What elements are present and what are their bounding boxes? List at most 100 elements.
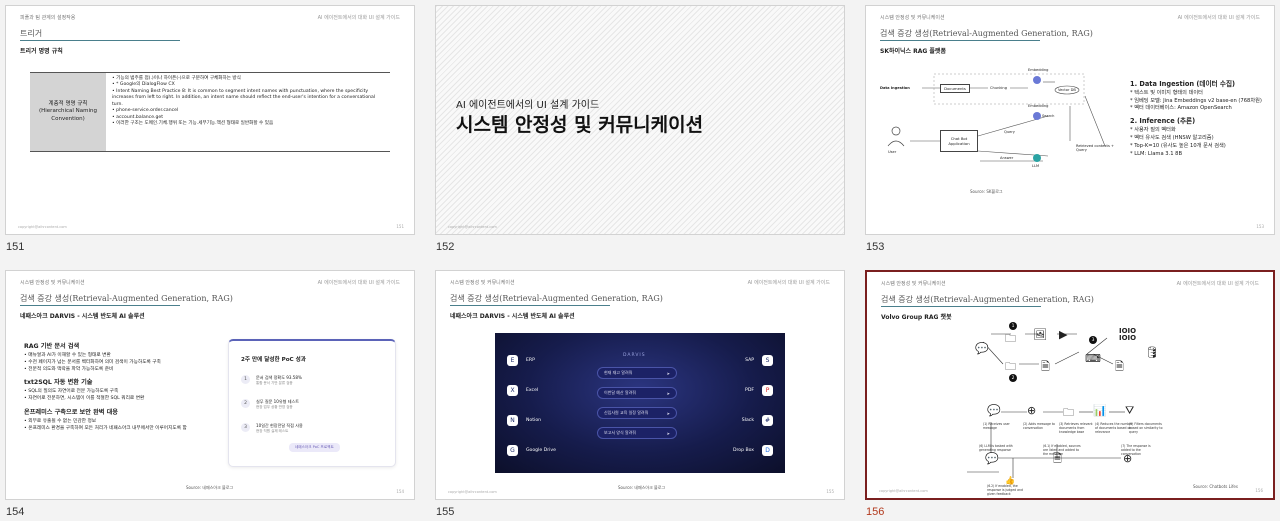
source-note: Source: SK블로그 <box>970 189 1003 194</box>
query-text: 신입사원 교육 일정 알려줘 <box>604 410 649 415</box>
section-heading: RAG 기반 문서 검색 <box>24 343 80 350</box>
video-icon: ▶ <box>1059 328 1068 341</box>
slide-thumbnail-155[interactable]: 시스템 안정성 및 커뮤니케이션 AI 에이전트에서의 대화 UI 설계 가이드… <box>435 270 845 520</box>
slide-footer-left: copyright@aihrcontent.com <box>448 490 497 494</box>
slide-number-label: 152 <box>436 241 455 253</box>
slide-number-label: 154 <box>6 506 25 518</box>
slide-footer-left: copyright@aihrcontent.com <box>448 225 497 229</box>
slide-number-label: 151 <box>6 241 25 253</box>
slide-header-left: 시스템 안정성 및 커뮤니케이션 <box>450 280 515 286</box>
step-number: 3 <box>241 423 250 432</box>
source-notion: N Notion <box>507 415 541 426</box>
source-erp: E ERP <box>507 355 535 366</box>
slide-header-right: AI 에이전트에서의 대화 UI 설계 가이드 <box>747 280 830 286</box>
table-bullet-list: 기능의 범주를 점(.)이나 하이픈(-)으로 구분하여 구체화하는 방식 * … <box>106 73 390 151</box>
target-sap: S SAP <box>745 355 773 366</box>
rag-flow-diagram <box>967 333 1125 478</box>
slide-preview: 시스템 안정성 및 커뮤니케이션 AI 에이전트에서의 대화 UI 설계 가이드… <box>5 270 415 500</box>
chat-icon: 💬 <box>985 452 999 465</box>
slide-thumbnail-151[interactable]: 피플과 팀 관계의 설정작용 AI 에이전트에서의 대화 UI 설계 가이드 트… <box>5 5 415 255</box>
source-label: ERP <box>526 358 535 363</box>
label-embedding-mid: Embedding <box>1028 104 1049 108</box>
slide-page-number: 151 <box>396 224 404 229</box>
title-underline <box>880 40 1040 41</box>
slide-subtitle: 네패스아크 DARVIS - 시스템 반도체 AI 솔루션 <box>450 313 575 320</box>
detail-line: * 텍스트 및 이미지 형태의 데이터 <box>1130 89 1203 96</box>
label-data-ingestion: Data Ingestion <box>880 86 910 90</box>
send-icon: ➤ <box>666 410 670 416</box>
detail-line: * Top-K=10 (유사도 높은 10개 문서 검색) <box>1130 142 1226 149</box>
section-heading: 온프레미스 구축으로 보안 완벽 대응 <box>24 409 119 417</box>
slide-header-left: 피플과 팀 관계의 설정작용 <box>20 15 76 21</box>
slide-preview: 시스템 안정성 및 커뮤니케이션 AI 에이전트에서의 대화 UI 설계 가이드… <box>865 5 1275 235</box>
result-subtext: 현장 직원 실제 테스트 <box>256 429 289 434</box>
label-retrieved: Retrieved contexts + Query <box>1076 144 1114 152</box>
slide-preview: 시스템 안정성 및 커뮤니케이션 AI 에이전트에서의 대화 UI 설계 가이드… <box>435 270 845 500</box>
slide-thumbnail-154[interactable]: 시스템 안정성 및 커뮤니케이션 AI 에이전트에서의 대화 UI 설계 가이드… <box>5 270 415 520</box>
result-item: 1 문서 검색 정확도 93.58% 통합 문서 기반 분류 검증 <box>241 375 302 386</box>
source-google-drive: G Google Drive <box>507 445 556 456</box>
slide-page-number: 156 <box>1255 488 1263 493</box>
send-icon: ➤ <box>666 430 670 436</box>
slide-page-number: 153 <box>1256 224 1264 229</box>
query-pill: 보고서 양식 알려줘 ➤ <box>597 427 677 439</box>
darvis-brand: DARVIS <box>623 353 646 358</box>
section-heading: 1. Data Ingestion (데이터 수집) <box>1130 80 1236 88</box>
title-underline <box>20 40 180 41</box>
step-label: (2) Adds message to conversation <box>1023 422 1055 431</box>
message-icon: 💬 <box>987 404 1001 417</box>
slide-title: 트리거 <box>20 29 43 38</box>
list-item: 온프레미스 환경을 구축하여 모든 처리가 네패스아크 내부에서만 이루어지도록… <box>24 426 204 433</box>
step-label: (3) Retrieves relevant documents from kn… <box>1059 422 1093 435</box>
slide-thumbnail-153[interactable]: 시스템 안정성 및 커뮤니케이션 AI 에이전트에서의 대화 UI 설계 가이드… <box>865 5 1275 255</box>
slide-thumbnail-152[interactable]: AI 에이전트에서의 UI 설계 가이드 시스템 안정성 및 커뮤니케이션 co… <box>435 5 845 255</box>
target-label: Slack <box>741 418 754 423</box>
query-text: 현재 재고 알려줘 <box>604 370 633 375</box>
step-label: (1) Receives user message <box>983 422 1010 431</box>
slide-header-right: AI 에이전트에서의 대화 UI 설계 가이드 <box>317 15 400 21</box>
source-label: Excel <box>526 388 539 393</box>
folder-icon: 🗀 <box>1063 406 1074 419</box>
slide-subtitle: 네패스아크 DARVIS - 시스템 반도체 AI 솔루션 <box>20 313 145 320</box>
sap-icon: S <box>762 355 773 366</box>
section-heading: txt2SQL 자동 변환 기술 <box>24 379 93 387</box>
slide-header-right: AI 에이전트에서의 대화 UI 설계 가이드 <box>1177 15 1260 21</box>
pdf-icon: P <box>762 385 773 396</box>
step-badge-3: 3 <box>1089 336 1097 344</box>
query-pill: 이번달 예산 알려줘 ➤ <box>597 387 677 399</box>
list-item: 외부로 유출될 수 없는 민감한 정보 <box>24 419 204 426</box>
naming-convention-table: 계층적 명명 규칙 (Hierarchical Naming Conventio… <box>30 72 390 152</box>
list-item: 매뉴얼과 AI가 이해할 수 있는 형태로 변환 <box>24 353 204 360</box>
slide-title: 검색 증강 생성(Retrieval-Augmented Generation,… <box>880 29 1093 38</box>
slide-number-label: 156 <box>866 506 885 518</box>
title-underline <box>20 305 180 306</box>
slide-header-left: 시스템 안정성 및 커뮤니케이션 <box>880 15 945 21</box>
query-pill: 현재 재고 알려줘 ➤ <box>597 367 677 379</box>
source-note: Source: Chatbots Lifes <box>1193 484 1238 489</box>
label-chunking: Chunking <box>990 86 1007 90</box>
target-label: Drop Box <box>732 448 754 453</box>
result-subtext: 통합 문서 기반 분류 검증 <box>256 381 293 386</box>
target-label: PDF <box>745 388 754 393</box>
target-slack: # Slack <box>742 415 773 426</box>
table-label-cell: 계층적 명명 규칙 (Hierarchical Naming Conventio… <box>30 73 106 151</box>
label-query: Query <box>1004 130 1015 134</box>
step-number: 1 <box>241 375 250 384</box>
query-text: 보고서 양식 알려줘 <box>604 430 636 435</box>
label-answer: Answer <box>1000 156 1014 160</box>
project-badge: 네패스아크 PoC 프로젝트 <box>289 443 340 452</box>
filter-icon: ⛛ <box>1125 404 1135 417</box>
rag-architecture-diagram: Data Ingestion Documents Chunking Embedd… <box>880 66 1125 196</box>
source-label: Google Drive <box>526 448 556 453</box>
detail-line: * 사용자 질의 벡터화 <box>1130 127 1176 134</box>
documents-box: Documents <box>940 84 970 93</box>
folder-icon: 🗀 <box>1005 360 1016 373</box>
darvis-integration-graphic: DARVIS E ERP X Excel N Notion G Google Drive… <box>495 333 785 473</box>
slide-footer-left: copyright@aihrcontent.com <box>18 225 67 229</box>
card-title: 2주 만에 달성한 PoC 성과 <box>241 357 306 363</box>
slide-page-number: 154 <box>396 489 404 494</box>
slide-thumbnail-156[interactable]: 시스템 안정성 및 커뮤니케이션 AI 에이전트에서의 대화 UI 설계 가이드… <box>865 270 1275 520</box>
excel-icon: X <box>507 385 518 396</box>
database-icon: 🛢 <box>1145 346 1159 359</box>
label-embedding-top: Embedding <box>1028 68 1049 72</box>
